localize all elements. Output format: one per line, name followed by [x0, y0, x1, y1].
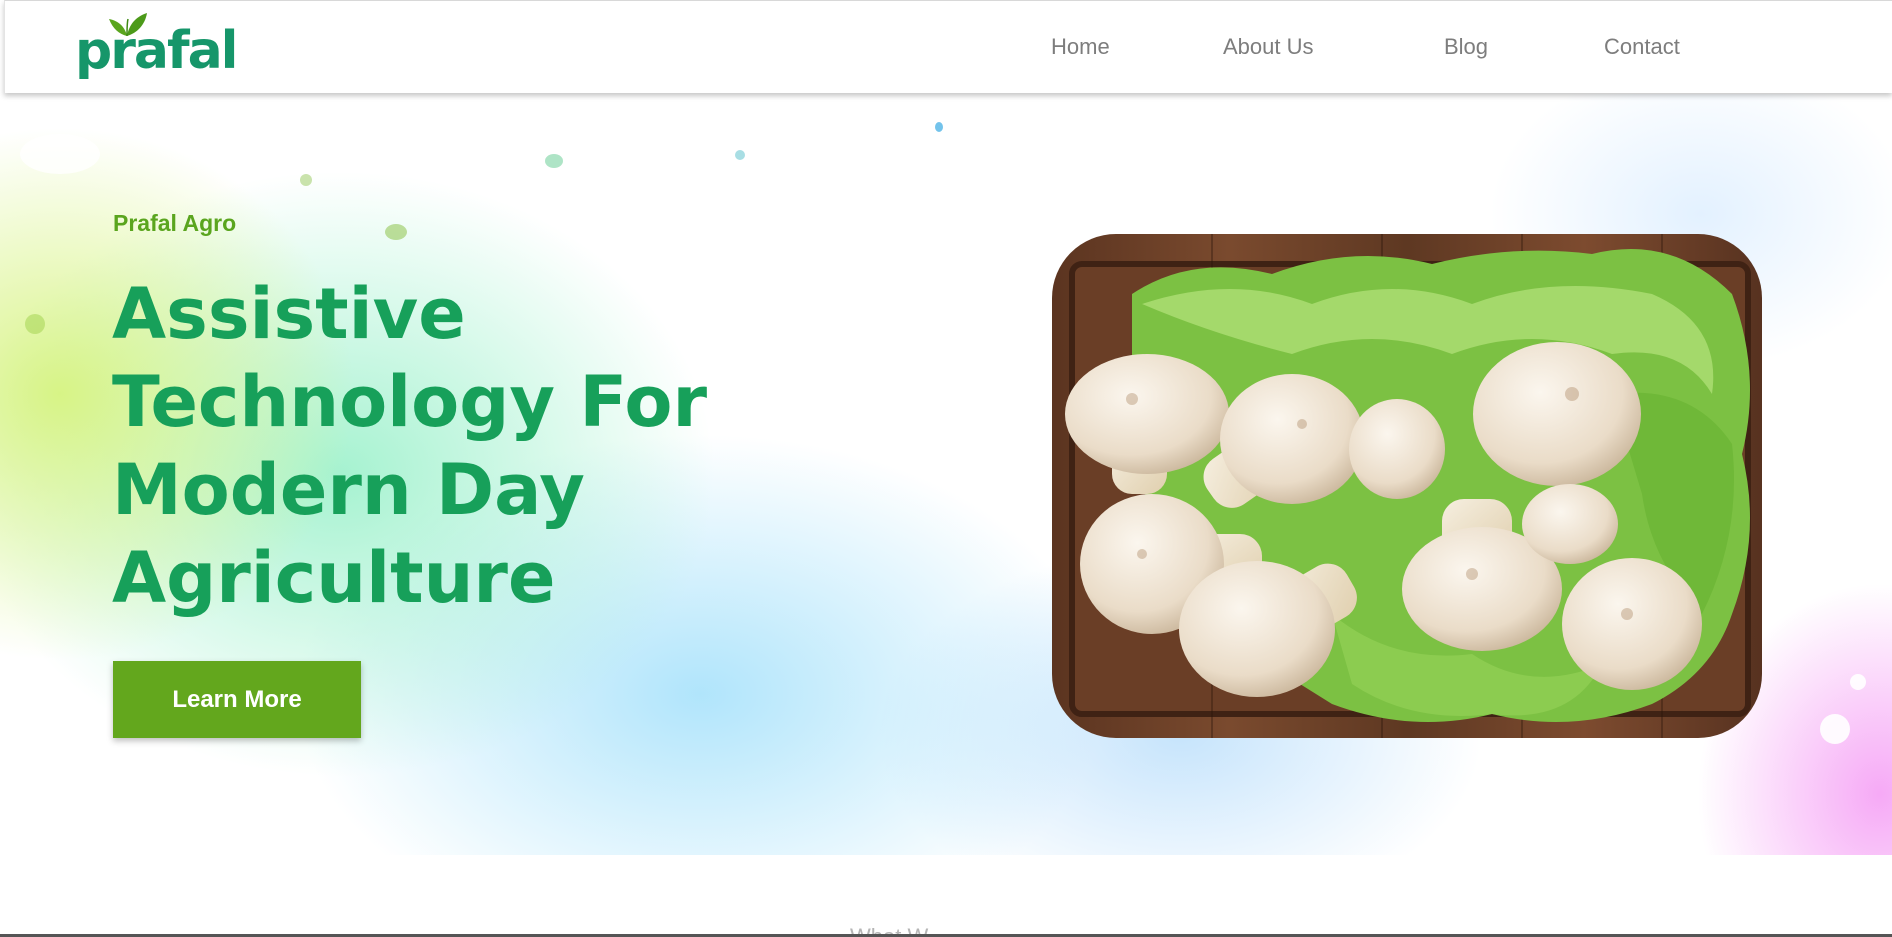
site-header: prafal Home About Us Blog Contact	[4, 0, 1892, 93]
watercolor-splash	[1820, 714, 1850, 744]
watercolor-splash	[25, 314, 45, 334]
headline-line: Agriculture	[112, 537, 556, 619]
main-nav: Home About Us Blog Contact	[5, 1, 1892, 94]
nav-link-home[interactable]: Home	[1051, 34, 1110, 60]
headline-line: Technology For	[112, 361, 707, 443]
learn-more-button[interactable]: Learn More	[113, 661, 361, 738]
page: prafal Home About Us Blog Contact Prafal…	[0, 0, 1892, 937]
mushroom-photo-icon	[1052, 234, 1762, 738]
hero-section: Prafal Agro Assistive Technology For Mod…	[0, 94, 1892, 855]
watercolor-splash	[20, 134, 100, 174]
watercolor-splash	[545, 154, 563, 168]
watercolor-splash	[935, 122, 943, 132]
hero-headline: Assistive Technology For Modern Day Agri…	[112, 270, 812, 622]
hero-image	[1052, 234, 1762, 738]
nav-link-blog[interactable]: Blog	[1444, 34, 1488, 60]
nav-link-contact[interactable]: Contact	[1604, 34, 1680, 60]
watercolor-splash	[1850, 674, 1866, 690]
nav-link-about-us[interactable]: About Us	[1223, 34, 1314, 60]
watercolor-splash	[735, 150, 745, 160]
hero-eyebrow: Prafal Agro	[113, 210, 237, 236]
headline-line: Assistive	[112, 273, 466, 355]
headline-line: Modern Day	[112, 449, 585, 531]
watercolor-splash	[300, 174, 312, 186]
watercolor-splash	[385, 224, 407, 240]
